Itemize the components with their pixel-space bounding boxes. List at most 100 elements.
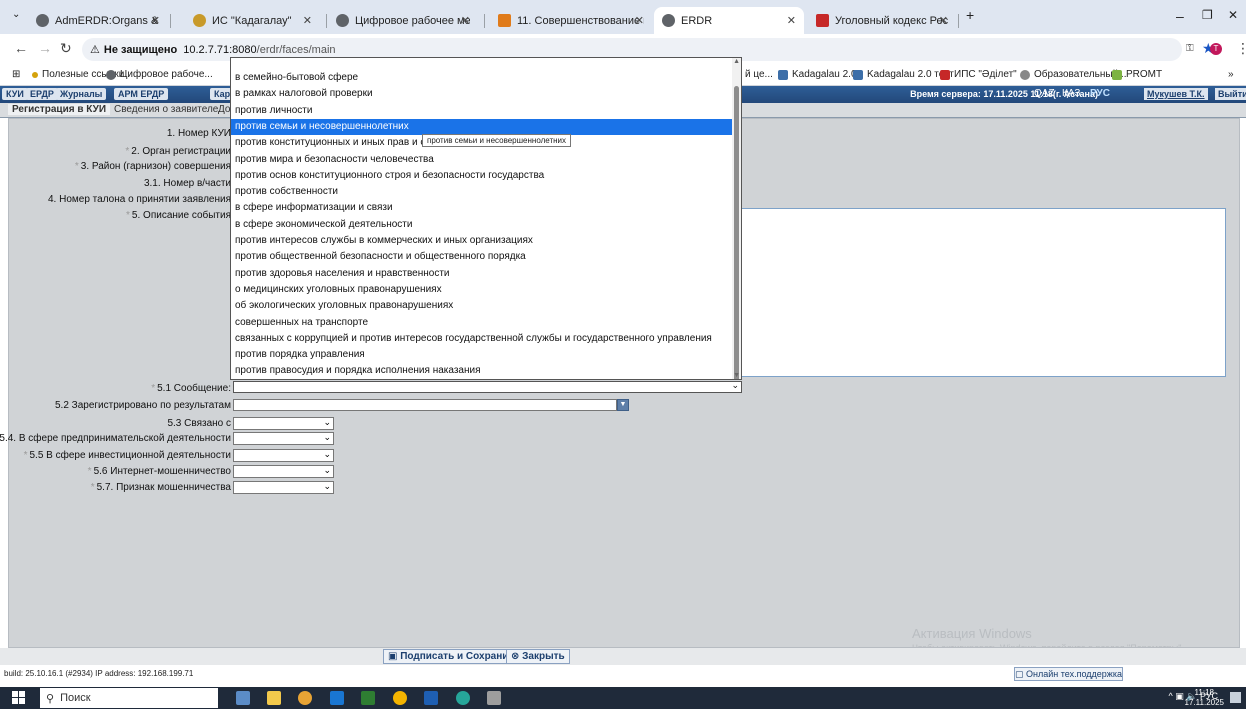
bookmark-promt[interactable]: PROMT — [1112, 69, 1162, 80]
tab-skills[interactable]: 11. Совершенствование навы... ✕ — [490, 7, 652, 34]
scroll-down-icon[interactable]: ▼ — [733, 372, 740, 379]
bookmarks-overflow-icon[interactable]: » — [1228, 69, 1234, 80]
investment-select[interactable]: ⌄ — [233, 449, 334, 462]
tab-close-icon[interactable]: ✕ — [303, 14, 312, 27]
bookmark-digital-workplace[interactable]: Цифровое рабоче... — [106, 69, 213, 80]
user-name-link[interactable]: Мукушев Т.К. — [1144, 88, 1208, 100]
menu-journals[interactable]: Журналы — [56, 88, 107, 100]
back-icon[interactable]: ← — [14, 40, 28, 56]
reload-icon[interactable]: ↻ — [60, 40, 72, 57]
windows-start-icon[interactable] — [12, 691, 26, 705]
linked-select[interactable]: ⌄ — [233, 417, 334, 430]
bookmark-kadagalau-test[interactable]: Kadagalau 2.0 тест — [853, 69, 954, 80]
label-business: *5.4. В сфере предпринимательской деятел… — [0, 433, 231, 444]
tab-criminal-code[interactable]: Уголовный кодекс Республики... ✕ — [808, 7, 956, 34]
browser-menu-icon[interactable]: ⋮ — [1236, 40, 1246, 57]
label-registered: 5.2 Зарегистрировано по результатам — [54, 400, 231, 411]
fraud-sign-select[interactable]: ⌄ — [233, 481, 334, 494]
internet-fraud-select[interactable]: ⌄ — [233, 465, 334, 478]
bookmark-truncated[interactable]: й це... — [745, 69, 773, 80]
message-dropdown-list[interactable]: в семейно-бытовой сфере в рамках налогово… — [230, 57, 742, 380]
dropdown-option[interactable]: против здоровья населения и нравственнос… — [231, 266, 733, 282]
tab-close-icon[interactable]: ✕ — [635, 14, 644, 27]
online-support-button[interactable]: ▢ Онлайн тех.поддержка — [1014, 667, 1123, 681]
logout-button[interactable]: Выйти — [1215, 88, 1246, 100]
bookmark-ips-adilet[interactable]: ИПС "Әділет" — [940, 69, 1017, 80]
menu-erdr[interactable]: ЕРДР — [26, 88, 58, 100]
outlook-icon[interactable] — [330, 691, 344, 705]
sign-save-button[interactable]: ▣ Подписать и Сохранить — [383, 649, 525, 664]
url-host: 10.2.7.71:8080 — [183, 43, 257, 56]
profile-avatar-icon[interactable]: T — [1210, 43, 1222, 55]
taskbar-search[interactable]: ⚲ Поиск — [40, 688, 218, 708]
dropdown-option[interactable]: совершенных на транспорте — [231, 315, 733, 331]
dropdown-option[interactable]: против мира и безопасности человечества — [231, 152, 733, 168]
tab-separator — [326, 14, 327, 28]
dropdown-option[interactable]: в рамках налоговой проверки — [231, 86, 733, 102]
lang-kaz[interactable]: ҚАЗ — [1062, 88, 1080, 99]
tab-close-icon[interactable]: ✕ — [787, 14, 796, 27]
dropdown-option[interactable]: в сфере информатизации и связи — [231, 200, 733, 216]
tab-close-icon[interactable]: ✕ — [151, 14, 160, 27]
tab-close-icon[interactable]: ✕ — [461, 14, 470, 27]
dropdown-scrollbar[interactable]: ▲ ▼ — [732, 58, 741, 379]
edge-icon[interactable] — [456, 691, 470, 705]
lang-rus[interactable]: РУС — [1090, 88, 1110, 99]
forward-icon[interactable]: → — [38, 40, 52, 56]
close-button[interactable]: ⊗ Закрыть — [506, 649, 570, 664]
globe-icon — [662, 14, 675, 27]
message-select[interactable]: ⌄ — [233, 380, 742, 393]
dropdown-option[interactable]: о медицинских уголовных правонарушениях — [231, 282, 733, 298]
tab-kadagalau[interactable]: ИС "Кадагалау" ✕ — [185, 7, 320, 34]
dropdown-option[interactable]: против личности — [231, 103, 733, 119]
dropdown-option[interactable]: против правосудия и порядка исполнения н… — [231, 363, 733, 379]
notifications-icon[interactable] — [1230, 692, 1241, 703]
tab-erdr[interactable]: ERDR ✕ — [654, 7, 804, 34]
chat-icon: ▢ — [1015, 669, 1027, 679]
password-key-icon[interactable]: ⚿ — [1186, 43, 1194, 54]
label-linked: 5.3 Связано с — [167, 418, 231, 429]
paint-icon[interactable] — [393, 691, 407, 705]
app-icon[interactable] — [487, 691, 501, 705]
tab-applicant-info[interactable]: Сведения о заявителе — [110, 104, 222, 115]
excel-icon[interactable] — [361, 691, 375, 705]
business-select[interactable]: ⌄ — [233, 432, 334, 445]
dropdown-option[interactable]: против порядка управления — [231, 347, 733, 363]
description-textarea[interactable] — [733, 208, 1226, 377]
scroll-up-icon[interactable]: ▲ — [733, 58, 740, 65]
apps-grid-icon[interactable]: ⊞ — [12, 69, 20, 80]
dropdown-option[interactable]: против основ конституционного строя и бе… — [231, 168, 733, 184]
dropdown-option[interactable]: связанных с коррупцией и против интересо… — [231, 331, 733, 347]
minimize-icon[interactable]: – — [1176, 8, 1184, 24]
tab-admerdr[interactable]: AdmERDR:Organs & Units ✕ — [28, 7, 168, 34]
dropdown-option[interactable]: в семейно-бытовой сфере — [231, 70, 733, 86]
search-icon — [816, 14, 829, 27]
bookmark-education[interactable]: Образовательный... — [1020, 69, 1126, 80]
lang-qaz[interactable]: QAZ — [1034, 88, 1055, 99]
restore-icon[interactable]: ❐ — [1202, 8, 1213, 22]
tab-close-icon[interactable]: ✕ — [939, 14, 948, 27]
registered-combo-input[interactable] — [233, 399, 617, 411]
close-window-icon[interactable]: ✕ — [1228, 8, 1238, 22]
dropdown-option[interactable]: об экологических уголовных правонарушени… — [231, 298, 733, 314]
dropdown-option[interactable]: против собственности — [231, 184, 733, 200]
calculator-icon[interactable] — [236, 691, 250, 705]
build-info: build: 25.10.16.1 (#2934) IP address: 19… — [4, 669, 194, 678]
dropdown-option[interactable]: против общественной безопасности и общес… — [231, 249, 733, 265]
menu-kui[interactable]: КУИ — [2, 88, 28, 100]
scrollbar-thumb[interactable] — [734, 86, 739, 379]
new-tab-button[interactable]: + — [966, 7, 974, 23]
tab-search-chevron-icon[interactable]: ⌄ — [12, 9, 20, 20]
taskbar-clock[interactable]: 11:18 17.11.2025 — [1185, 688, 1224, 708]
dropdown-option[interactable]: против семьи и несовершеннолетних — [231, 118, 733, 135]
combo-dropdown-button[interactable]: ▼ — [617, 399, 629, 411]
dropdown-option[interactable]: в сфере экономической деятельности — [231, 217, 733, 233]
tab-digital-workplace[interactable]: Цифровое рабочее место ✕ — [328, 7, 478, 34]
file-explorer-icon[interactable] — [267, 691, 281, 705]
dropdown-option[interactable]: против интересов службы в коммерческих и… — [231, 233, 733, 249]
chrome-icon[interactable] — [298, 691, 312, 705]
tab-registration[interactable]: Регистрация в КУИ — [8, 104, 111, 115]
word-icon[interactable] — [424, 691, 438, 705]
bookmark-kadagalau[interactable]: Kadagalau 2.0 — [778, 69, 857, 80]
menu-arm-erdr[interactable]: АРМ ЕРДР — [114, 88, 169, 100]
